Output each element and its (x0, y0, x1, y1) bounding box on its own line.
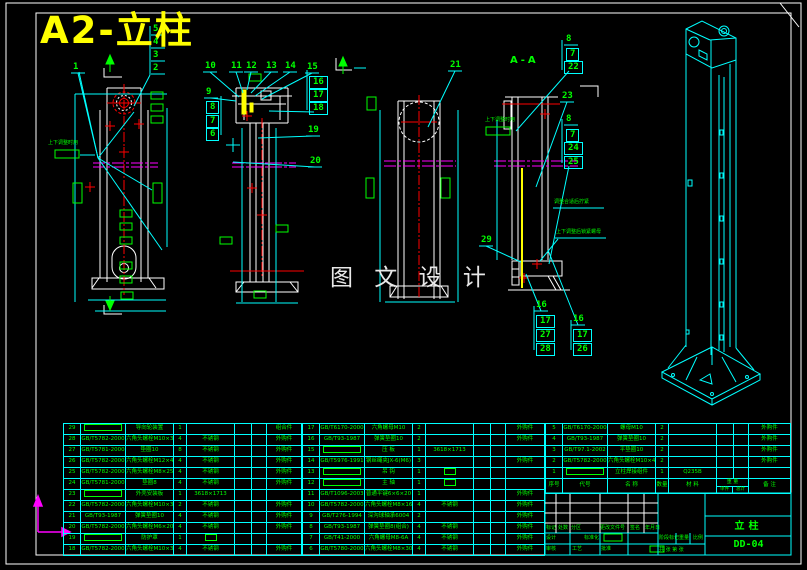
table-row: 1 立柱焊接组件 1 Q235B (546, 468, 791, 479)
table-row: 9 GB/T276-1994 深沟球轴承6004 2 外购件 (303, 512, 545, 523)
callout-9: 9 (206, 87, 212, 97)
title-block-label: 设计 (546, 535, 557, 541)
callout-5: 5 (153, 24, 159, 34)
callout-7: 7 (566, 129, 580, 142)
callout-3: 3 (153, 50, 159, 60)
table-row: 23 外壳安装板 1 3618×1713 (64, 490, 302, 501)
table-row: 22 GB/T5782-2000 六角头螺栓M10×30 2 不锈钢 外购件 (64, 501, 302, 512)
title-block-drawing-number: DD-04 (733, 539, 764, 550)
annotation-note-4: 上下调整后锁紧螺母 (556, 229, 602, 235)
callout-10: 10 (205, 61, 216, 71)
callout-16: 16 (536, 300, 547, 310)
title-block-label: 签名 (630, 525, 641, 531)
table-row: 4 GB/T93-1987 弹簧垫圈10 2 外购件 (546, 435, 791, 446)
title-block-label: 更改文件号 (600, 525, 626, 531)
watermark-text: 图 文 设 计 (330, 265, 493, 291)
title-block-label: 共 张 第 张 (659, 547, 684, 553)
callout-17: 17 (309, 89, 328, 102)
callout-15: 15 (307, 62, 318, 72)
callout-8: 8 (566, 34, 572, 44)
table-row: 12 主 轴1 (303, 479, 545, 490)
callout-25: 25 (564, 156, 583, 169)
callout-12: 12 (246, 61, 257, 71)
title-block-label: 工艺 (572, 546, 583, 552)
title-block-label: 分区 (571, 525, 582, 531)
callout-4: 4 (153, 37, 159, 47)
callout-28: 28 (536, 343, 555, 356)
table-row: 28 GB/T5782-2000 六角头螺栓M10×35 4 不锈钢 外购件 (64, 435, 302, 446)
table-row: 7 GB/T41-2000 六角螺母M8-6A 4 不锈钢 外购件 (303, 534, 545, 545)
cad-sheet: { "sheet": { "title": "A2-立柱", "watermar… (0, 0, 807, 570)
title-block-label: 批准 (601, 546, 612, 552)
callout-26: 26 (573, 343, 592, 356)
section-aa-label: A-A (510, 55, 539, 66)
table-row: 2 GB/T5782-2000 六角头螺栓M10×40 2 外购件 (546, 457, 791, 468)
table-row: 27 GB/T5781-2000 垫圈10 8 不锈钢 外购件 (64, 446, 302, 457)
table-row: 3 GB/T97.1-2002 平垫圈10 2 外购件 (546, 446, 791, 457)
table-row: 13 吊 钩1 (303, 468, 545, 479)
title-block-part-name: 立柱 (734, 521, 763, 532)
bom-group-2: 17 GB/T6170-2000 六角螺母M10 2 外购件 16 GB/T93-1987 弹… (302, 423, 545, 556)
table-row: 29 导向轮装置 1 组合件 (64, 424, 302, 435)
callout-29: 29 (481, 235, 492, 245)
callout-22: 22 (564, 61, 583, 74)
table-row: 8 GB/T93-1987 弹簧垫圈8(组合) 4 不锈钢 外购件 (303, 523, 545, 534)
callout-1: 1 (73, 62, 79, 72)
callout-18: 18 (309, 102, 328, 115)
annotation-note-1: 上下调整时用 (48, 140, 79, 146)
callout-16: 16 (309, 76, 328, 89)
title-block-label: 标准化 (584, 535, 600, 541)
callout-16: 16 (573, 314, 584, 324)
view-detail (226, 87, 304, 304)
table-row: 18 GB/T5782-2000 六角头螺栓M10×30 4 不锈钢 外购件 (64, 545, 302, 556)
callout-13: 13 (266, 61, 277, 71)
table-row: 6 GB/T5780-2000 六角头螺栓M8×30 4 不锈钢 外购件 (303, 545, 545, 556)
leader-lines (78, 26, 606, 350)
callout-14: 14 (285, 61, 296, 71)
callout-17: 17 (536, 315, 555, 328)
title-block-label: 处数 (558, 525, 569, 531)
bom-header-row: 序号 代号名 称数量材 料重 量单件 总计备 注 (546, 479, 791, 494)
bom-group-3: 5 GB/T6170-2000 螺母M10 2 外购件 4 GB/T93-1987 弹簧垫圈1… (545, 423, 791, 494)
table-row: 24 GB/T5781-2000 垫圈8 4 不锈钢 外购件 (64, 479, 302, 490)
annotation-note-2: 上下调整时用 (485, 117, 516, 123)
table-row: 14 GB/T5976-1991 钢丝绳夹JX-6(M6) 3 外购件 (303, 457, 545, 468)
callout-27: 27 (536, 329, 555, 342)
callout-11: 11 (231, 61, 242, 71)
callout-6: 6 (206, 128, 220, 141)
bom-group-1: 29 导向轮装置 1 组合件 28 GB/T5782-2000 六角头螺栓M10×35 4 不锈… (63, 423, 302, 556)
table-row: 26 GB/T5782-2000 六角头螺栓M12×40 4 不锈钢 外购件 (64, 457, 302, 468)
table-row: 20 GB/T5782-2000 六角头螺栓M6×20 4 不锈钢 外购件 (64, 523, 302, 534)
callout-21: 21 (450, 60, 461, 70)
callout-7: 7 (566, 48, 580, 61)
callout-19: 19 (308, 125, 319, 135)
table-row: 17 GB/T6170-2000 六角螺母M10 2 外购件 (303, 424, 545, 435)
sheet-title: A2-立柱 (40, 9, 194, 52)
callout-24: 24 (564, 142, 583, 155)
title-block-label: 重量 (679, 535, 690, 541)
table-row: 11 GB/T1096-2003 普通平键6×6×20 1 外购件 (303, 490, 545, 501)
view-isometric (660, 20, 762, 406)
title-block-label: 阶段标记 (659, 535, 680, 541)
callout-8: 8 (206, 101, 220, 114)
table-row: 19 防护罩 1 (64, 534, 302, 545)
table-row: 21 GB/T93-1987 弹簧垫圈10 4 不锈钢 外购件 (64, 512, 302, 523)
table-row: 5 GB/T6170-2000 螺母M10 2 外购件 (546, 424, 791, 435)
callout-7: 7 (206, 115, 220, 128)
title-block-label: 年月日 (645, 525, 661, 531)
callout-23: 23 (562, 91, 573, 101)
title-block-label: 比例 (693, 535, 704, 541)
annotation-note-3: 调整合适后拧紧 (554, 199, 590, 205)
callout-20: 20 (310, 156, 321, 166)
callout-17: 17 (573, 329, 592, 342)
callout-2: 2 (153, 63, 159, 73)
table-row: 16 GB/T93-1987 弹簧垫圈10 2 外购件 (303, 435, 545, 446)
callout-8: 8 (566, 114, 572, 124)
table-row: 25 GB/T5782-2000 六角头螺栓M8×25 4 不锈钢 外购件 (64, 468, 302, 479)
title-block-label: 标记 (546, 525, 557, 531)
title-block-label: 审核 (546, 546, 557, 552)
table-row: 15 压 板 1 3618×1713 (303, 446, 545, 457)
table-row: 10 GB/T5782-2000 六角头螺栓M8×16 4 不锈钢 外购件 (303, 501, 545, 512)
